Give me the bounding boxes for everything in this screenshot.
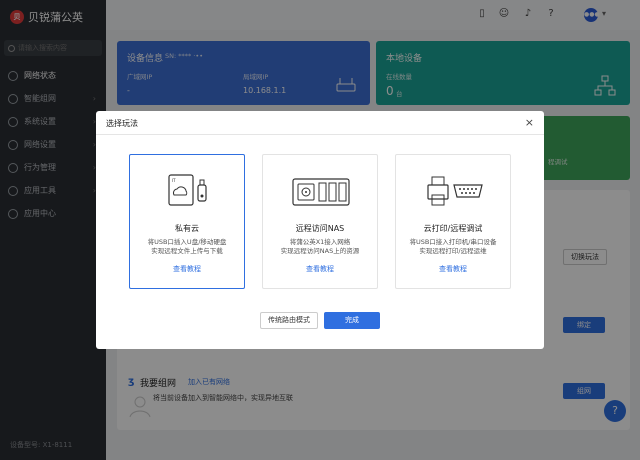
option-private-cloud[interactable]: IT 私有云 将USB口插入U盘/移动硬盘 实现远程文件上传与下载 查看教程 xyxy=(129,154,245,289)
option-desc-line: 将USB口接入打印机/串口设备 xyxy=(409,238,497,246)
done-button[interactable]: 完成 xyxy=(324,312,380,329)
option-title: 云打印/远程调试 xyxy=(423,224,483,233)
view-tutorial-link[interactable]: 查看教程 xyxy=(130,264,244,274)
option-desc: 将USB口插入U盘/移动硬盘 实现远程文件上传与下载 xyxy=(130,238,244,256)
option-remote-nas[interactable]: 远程访问NAS 将蒲公英X1接入网络 实现远程访问NAS上的资源 查看教程 xyxy=(262,154,378,289)
option-desc-line: 实现远程文件上传与下载 xyxy=(151,247,223,255)
option-desc-line: 实现远程打印/远程运维 xyxy=(419,247,487,255)
dialog-title: 选择玩法 xyxy=(106,119,138,128)
traditional-router-button[interactable]: 传统路由模式 xyxy=(260,312,318,329)
nas-icon xyxy=(292,178,350,206)
option-desc: 将USB口接入打印机/串口设备 实现远程打印/远程运维 xyxy=(396,238,510,256)
dialog-header: 选择玩法 × xyxy=(96,111,544,135)
view-tutorial-link[interactable]: 查看教程 xyxy=(396,264,510,274)
option-title: 远程访问NAS xyxy=(295,224,345,233)
option-desc-line: 将USB口插入U盘/移动硬盘 xyxy=(147,238,227,246)
printer-serial-icon xyxy=(427,176,483,206)
svg-text:IT: IT xyxy=(172,178,176,183)
option-cloud-print[interactable]: 云打印/远程调试 将USB口接入打印机/串口设备 实现远程打印/远程运维 查看教… xyxy=(395,154,511,289)
choose-mode-dialog: 选择玩法 × IT 私有云 将USB口插入U盘/移动硬盘 实现远程文件上传与下载… xyxy=(96,111,544,349)
view-tutorial-link[interactable]: 查看教程 xyxy=(263,264,377,274)
close-icon[interactable]: × xyxy=(525,116,534,129)
option-desc-line: 实现远程访问NAS上的资源 xyxy=(280,247,360,255)
option-title: 私有云 xyxy=(175,224,199,233)
cloud-usb-icon: IT xyxy=(168,174,207,206)
option-desc-line: 将蒲公英X1接入网络 xyxy=(289,238,351,246)
option-desc: 将蒲公英X1接入网络 实现远程访问NAS上的资源 xyxy=(263,238,377,256)
